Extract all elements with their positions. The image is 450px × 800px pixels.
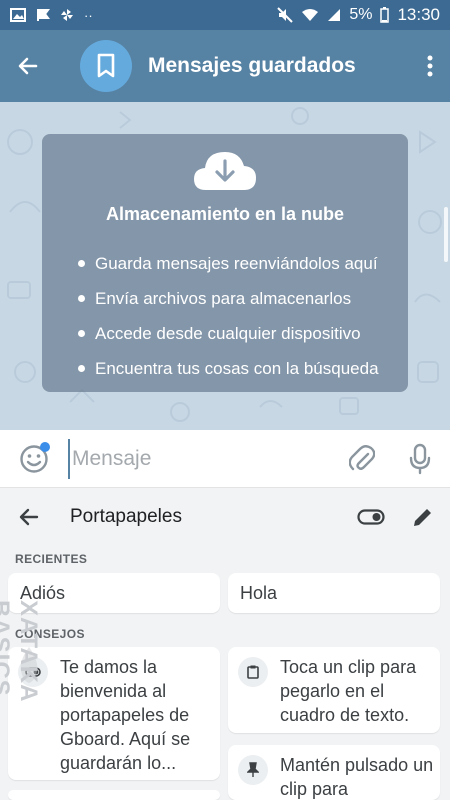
clipboard-back-button[interactable] [0,488,58,546]
microphone-icon [409,443,431,474]
paperclip-icon [349,444,375,470]
pin-icon [238,755,268,785]
list-item: Guarda mensajes reenviándolos aquí [78,246,379,281]
clipboard-icon [238,657,268,687]
scroll-handle[interactable] [444,207,448,262]
clipboard-header: Portapapeles [0,488,450,546]
emoji-button[interactable] [0,430,68,488]
toggle-icon [357,509,385,525]
message-input[interactable] [68,438,318,479]
clipboard-title: Portapapeles [70,506,182,527]
feature-list: Guarda mensajes reenviándolos aquí Envía… [78,246,379,386]
arrow-left-icon [19,508,39,526]
back-button[interactable] [0,30,56,102]
app-bar: Mensajes guardados [0,30,450,102]
signal-icon [328,9,341,21]
cloud-storage-card: Almacenamiento en la nube Guarda mensaje… [42,134,408,392]
notification-dot [40,441,50,452]
bookmark-icon [97,53,115,78]
watermark-text: XATAKA BASICS [0,600,42,702]
message-composer [0,430,450,488]
battery-icon [380,7,390,23]
edit-button[interactable] [396,488,450,546]
tip-text: Mantén pulsado un clip para [280,755,434,799]
clip-item[interactable]: Hola [228,573,440,613]
more-dots-icon: ·· [84,7,93,23]
tip-text: Te damos la bienvenida al portapapeles d… [60,657,191,773]
image-icon [10,8,26,22]
clipboard-toggle[interactable] [346,488,396,546]
attach-button[interactable] [334,430,390,488]
list-item: Encuentra tus cosas con la búsqueda [78,351,379,386]
pencil-icon [414,509,431,526]
tip-card[interactable]: Mantén pulsado un clip para [228,745,440,800]
more-options-button[interactable] [410,30,450,102]
pinwheel-icon [61,9,73,21]
list-item: Envía archivos para almacenarlos [78,281,379,316]
clock: 13:30 [397,5,440,24]
card-title: Almacenamiento en la nube [105,204,345,224]
microphone-button[interactable] [390,430,450,488]
chat-background: Almacenamiento en la nube Guarda mensaje… [0,102,450,430]
tip-card[interactable]: Toca un clip para pegarlo en el cuadro d… [228,647,440,733]
tip-text: Toca un clip para pegarlo en el cuadro d… [280,657,417,725]
arrow-left-icon [18,57,38,75]
status-bar: ·· 5% 13:30 [0,0,450,30]
chat-title[interactable]: Mensajes guardados [148,54,356,78]
avatar[interactable] [80,40,132,92]
wifi-icon [302,9,319,21]
battery-percent: 5% [349,6,373,23]
mute-icon [277,7,294,23]
cloud-download-icon [192,148,258,194]
list-item: Accede desde cualquier dispositivo [78,316,379,351]
flag-icon [37,9,50,21]
more-vert-icon [427,55,433,77]
